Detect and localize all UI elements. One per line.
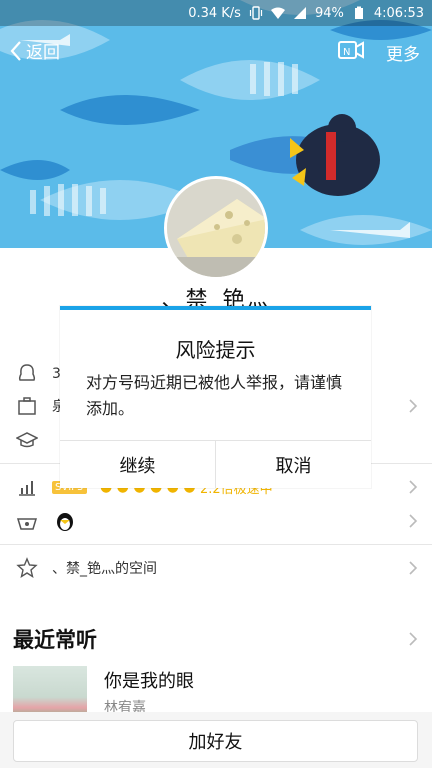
top-navigation-bar: 返回 N 更多 <box>0 26 432 76</box>
row-space[interactable]: 、禁_铯灬的空间 <box>0 548 432 588</box>
network-speed: 0.34 K/s <box>188 5 241 21</box>
clock: 4:06:53 <box>373 5 424 21</box>
level-chart-icon <box>19 481 35 496</box>
star-icon <box>16 557 38 579</box>
cheese-photo <box>167 179 265 277</box>
graduation-cap-icon <box>16 432 38 448</box>
cancel-button[interactable]: 取消 <box>216 441 371 488</box>
row-pet[interactable] <box>0 501 432 541</box>
chevron-right-icon <box>409 480 418 494</box>
briefcase-icon <box>18 397 36 415</box>
risk-warning-dialog: 风险提示 对方号码近期已被他人举报，请谨慎添加。 继续 取消 <box>60 306 371 488</box>
chevron-right-icon[interactable] <box>408 631 418 647</box>
add-friend-button[interactable]: 加好友 <box>13 720 418 762</box>
chevron-right-icon <box>409 399 418 413</box>
dialog-message: 对方号码近期已被他人举报，请谨慎添加。 <box>86 373 343 418</box>
chevron-right-icon <box>409 561 418 575</box>
song-title[interactable]: 你是我的眼 <box>104 667 194 693</box>
qq-penguin-icon <box>18 364 36 381</box>
svg-text:N: N <box>343 47 350 58</box>
space-label: 、禁_铯灬的空间 <box>52 561 157 577</box>
chevron-right-icon <box>409 514 418 528</box>
more-button[interactable]: 更多 <box>386 40 420 65</box>
qq-penguin-avatar-icon <box>57 513 73 531</box>
wifi-icon <box>270 7 285 19</box>
song-cover-image[interactable] <box>13 666 87 718</box>
dialog-accent-line <box>60 306 371 310</box>
battery-level: 94% <box>314 5 344 21</box>
chevron-left-icon <box>10 40 21 61</box>
back-button[interactable]: 返回 <box>10 38 60 63</box>
vibrate-icon <box>249 6 263 20</box>
avatar[interactable] <box>164 176 268 280</box>
divider <box>0 544 432 545</box>
continue-button[interactable]: 继续 <box>60 441 215 488</box>
basket-icon <box>16 518 38 530</box>
battery-icon <box>354 6 363 19</box>
recent-music-title: 最近常听 <box>13 628 97 652</box>
signal-icon <box>293 7 306 19</box>
status-bar: 0.34 K/s 94% 4:06:53 <box>0 0 432 26</box>
video-call-icon[interactable]: N <box>338 38 364 62</box>
dialog-title: 风险提示 <box>175 338 256 362</box>
back-label: 返回 <box>26 43 60 63</box>
